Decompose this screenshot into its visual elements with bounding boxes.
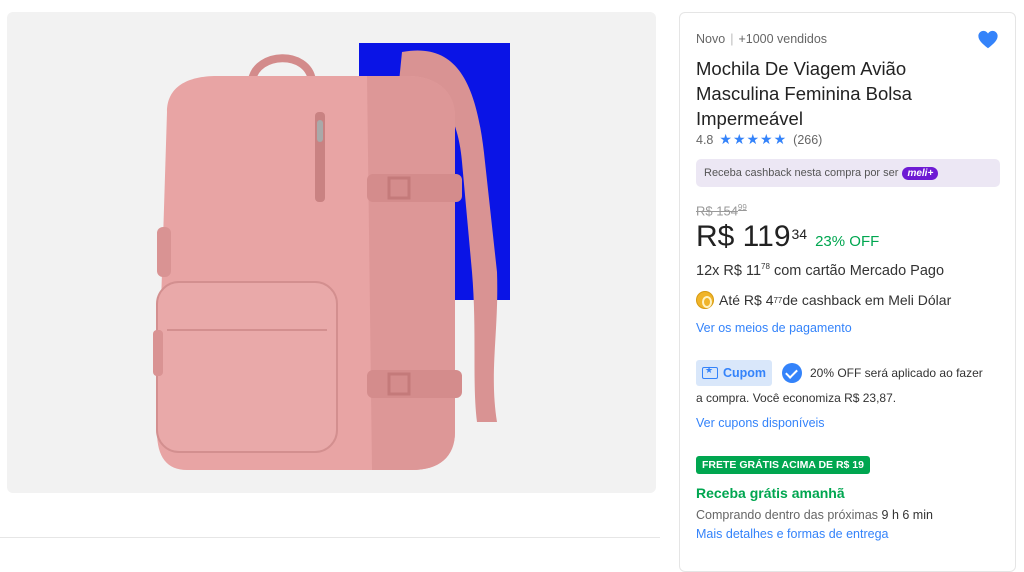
coupon-area: Cupom 20% OFF será aplicado ao fazer a c… <box>696 360 1006 405</box>
shipping-details-link[interactable]: Mais detalhes e formas de entrega <box>696 527 888 541</box>
coupon-tag[interactable]: Cupom <box>696 360 773 386</box>
section-divider <box>0 537 660 538</box>
installments-cents: 78 <box>761 262 770 271</box>
countdown-prefix: Comprando dentro das próximas <box>696 508 882 522</box>
coupon-description-line2: a compra. Você economiza R$ 23,87. <box>696 391 897 405</box>
meli-dolar-cashback: Até R$ 4 77 de cashback em Meli Dólar <box>696 291 951 309</box>
cashback-banner[interactable]: Receba cashback nesta compra por ser mel… <box>696 159 1000 187</box>
favorite-heart-icon[interactable] <box>977 29 999 51</box>
backpack-buckle-top <box>367 174 462 202</box>
backpack-side <box>367 76 455 470</box>
payment-methods-link[interactable]: Ver os meios de pagamento <box>696 321 852 335</box>
countdown-time: 9 h 6 min <box>881 508 933 522</box>
price-row: R$ 119 34 23% OFF <box>696 220 879 254</box>
discount-label: 23% OFF <box>815 233 880 250</box>
coupon-ticket-icon <box>702 365 718 379</box>
meli-dolar-prefix: Até R$ 4 <box>719 292 774 308</box>
subtitle-separator: | <box>730 32 734 46</box>
star-rating-icon: ★★★★★ <box>719 131 788 147</box>
meli-dolar-coin-icon <box>696 291 714 309</box>
rating-row[interactable]: 4.8 ★★★★★ (266) <box>696 131 822 148</box>
original-price: R$ 15499 <box>696 203 747 218</box>
check-circle-icon <box>782 363 802 383</box>
installments-prefix: 12x R$ 11 <box>696 262 762 279</box>
original-price-value: R$ 154 <box>696 203 738 219</box>
product-subtitle: Novo | +1000 vendidos <box>696 32 827 46</box>
backpack-front-pocket <box>156 281 338 453</box>
meli-dolar-suffix: de cashback em Meli Dólar <box>782 292 952 308</box>
coupons-link[interactable]: Ver cupons disponíveis <box>696 416 825 430</box>
product-gallery[interactable] <box>7 12 656 493</box>
current-price-cents: 34 <box>791 226 808 242</box>
current-price: R$ 119 <box>696 220 791 253</box>
delivery-promise: Receba grátis amanhã <box>696 485 845 501</box>
original-price-cents: 99 <box>737 203 747 212</box>
product-image[interactable] <box>7 12 656 493</box>
installments-info: 12x R$ 1178 com cartão Mercado Pago <box>696 262 944 279</box>
condition-label: Novo <box>696 32 726 46</box>
coupon-description-line1: 20% OFF será aplicado ao fazer <box>810 366 983 380</box>
product-title: Mochila De Viagem Avião Masculina Femini… <box>696 58 912 129</box>
coupon-label: Cupom <box>723 366 767 380</box>
review-count[interactable]: (266) <box>793 133 822 147</box>
delivery-countdown: Comprando dentro das próximas 9 h 6 min <box>696 508 933 522</box>
installments-suffix: com cartão Mercado Pago <box>769 262 945 279</box>
rating-value: 4.8 <box>696 132 714 147</box>
cashback-banner-text: Receba cashback nesta compra por ser <box>704 167 899 179</box>
meli-dolar-cents: 77 <box>773 295 783 305</box>
buy-box-panel: Novo | +1000 vendidos Mochila De Viagem Av… <box>679 12 1016 572</box>
sold-count: +1000 vendidos <box>738 32 828 46</box>
free-shipping-badge: FRETE GRÁTIS ACIMA DE R$ 19 <box>696 456 870 474</box>
meli-plus-badge: meli+ <box>902 166 939 180</box>
backpack-buckle-bottom <box>367 370 462 398</box>
